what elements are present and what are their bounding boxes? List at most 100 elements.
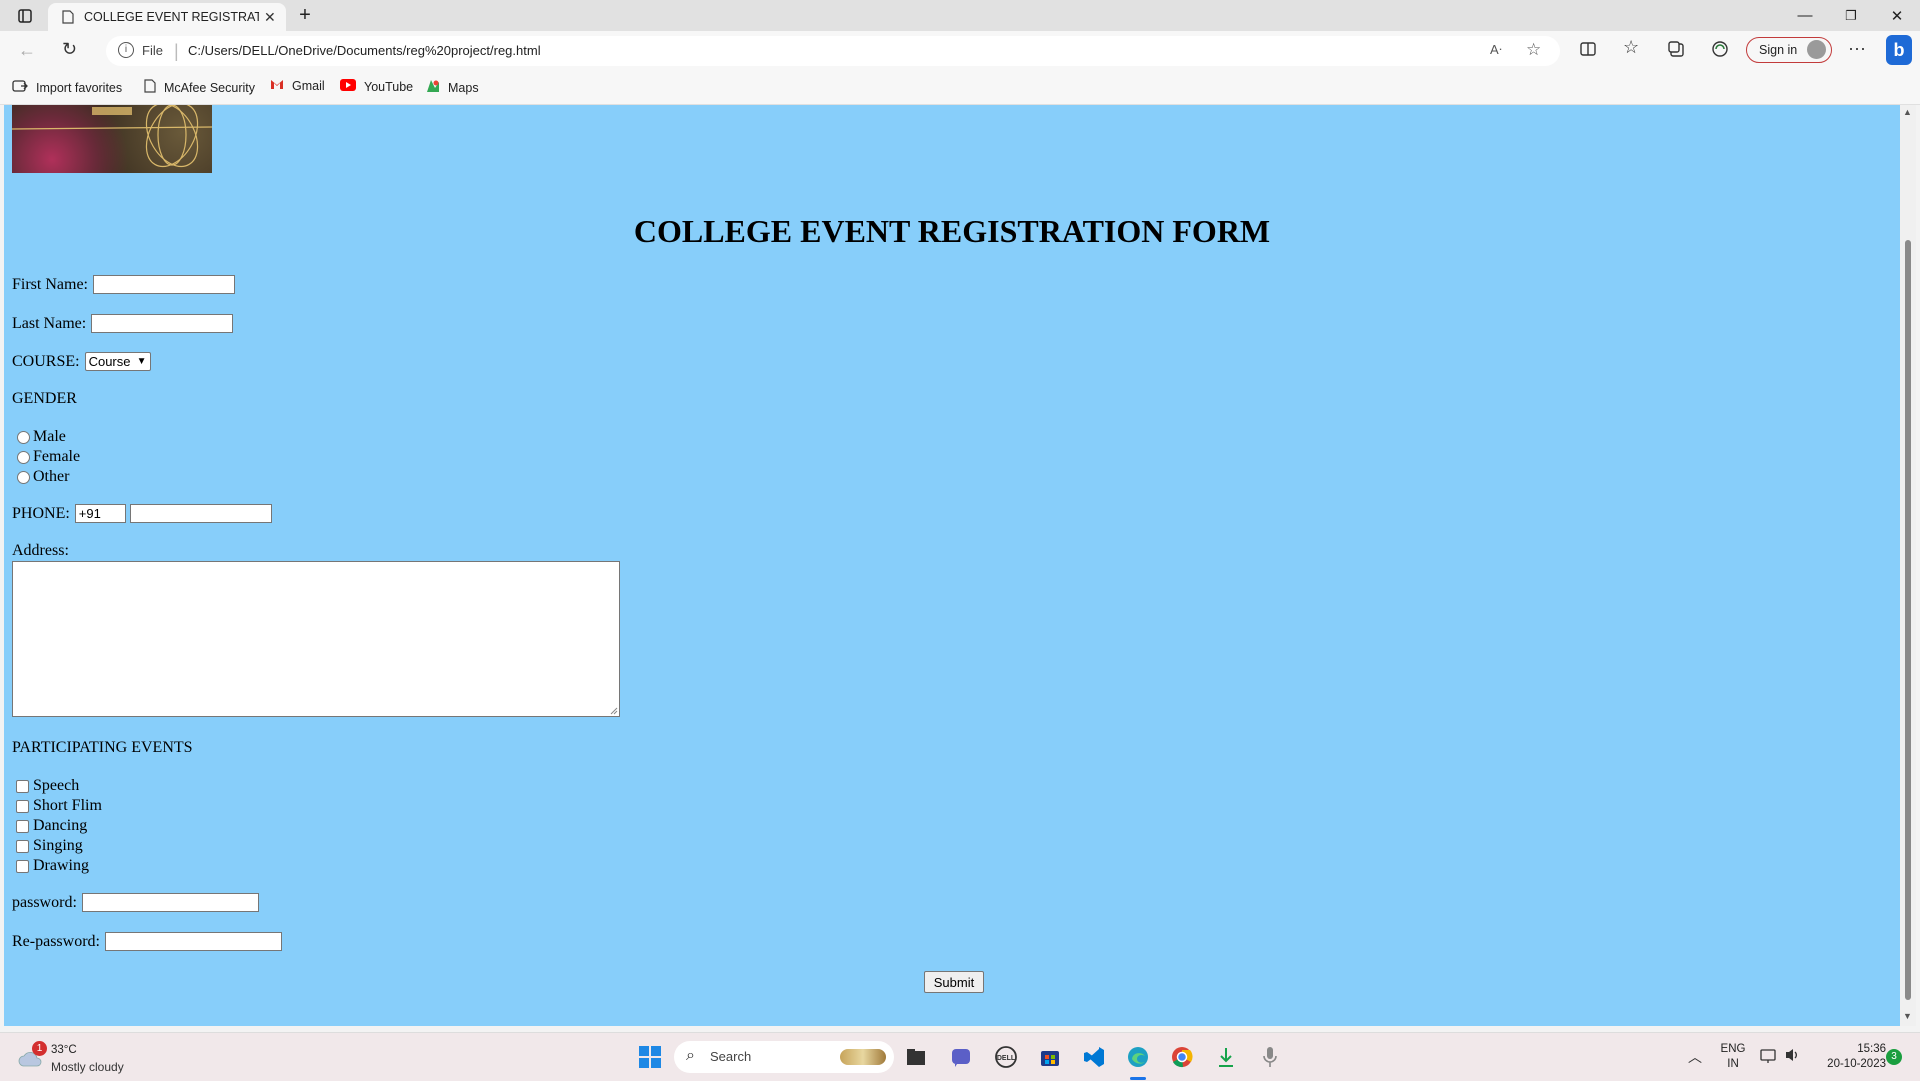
search-icon: ⌕ xyxy=(686,1047,695,1064)
store-icon[interactable] xyxy=(1038,1045,1062,1069)
page-icon xyxy=(144,79,156,96)
dell-icon[interactable]: DELL xyxy=(994,1045,1018,1069)
search-highlight-image xyxy=(840,1049,886,1065)
import-icon xyxy=(12,79,28,96)
checkbox-label: Dancing xyxy=(33,817,88,834)
gender-option-female[interactable]: Female xyxy=(12,448,80,466)
event-option-short-film[interactable]: Short Flim xyxy=(12,797,102,815)
event-option-drawing[interactable]: Drawing xyxy=(12,857,89,875)
more-menu-icon[interactable]: ··· xyxy=(1848,38,1866,59)
download-icon[interactable] xyxy=(1214,1045,1238,1069)
microphone-icon[interactable] xyxy=(1258,1045,1282,1069)
bookmark-youtube[interactable]: YouTube xyxy=(340,79,413,94)
scrollbar-thumb[interactable] xyxy=(1905,240,1911,1000)
resize-handle-icon[interactable] xyxy=(610,707,618,715)
url-field[interactable]: i File | C:/Users/DELL/OneDrive/Document… xyxy=(106,36,1560,66)
form-heading: COLLEGE EVENT REGISTRATION FORM xyxy=(633,213,1271,249)
bookmark-mcafee[interactable]: McAfee Security xyxy=(144,79,255,96)
address-label: Address: xyxy=(12,542,69,559)
chrome-icon[interactable] xyxy=(1170,1045,1194,1069)
minimize-icon[interactable]: — xyxy=(1782,0,1828,31)
drawing-checkbox[interactable] xyxy=(16,859,29,873)
male-radio[interactable] xyxy=(17,430,30,444)
split-screen-icon[interactable] xyxy=(1580,41,1596,62)
submit-button[interactable]: Submit xyxy=(924,971,984,993)
sign-in-button[interactable]: Sign in xyxy=(1746,37,1832,63)
clock-date: 20-10-2023 xyxy=(1827,1058,1886,1070)
tab-title: COLLEGE EVENT REGISTRATION xyxy=(84,10,259,24)
speech-checkbox[interactable] xyxy=(16,779,29,793)
bookmarks-bar: Import favorites McAfee Security Gmail Y… xyxy=(0,71,1920,105)
close-window-icon[interactable]: ✕ xyxy=(1874,0,1920,31)
scroll-down-icon[interactable]: ▼ xyxy=(1903,1011,1912,1021)
event-option-speech[interactable]: Speech xyxy=(12,777,79,795)
extensions-icon[interactable] xyxy=(1711,40,1729,63)
start-windows-icon[interactable] xyxy=(638,1045,662,1069)
language-indicator[interactable]: ENG IN xyxy=(1716,1042,1750,1072)
notification-badge[interactable]: 3 xyxy=(1886,1049,1902,1065)
event-option-dancing[interactable]: Dancing xyxy=(12,817,87,835)
course-row: COURSE: Course ▼ xyxy=(12,352,151,371)
taskbar: 1 33°C Mostly cloudy ⌕ Search DELL ︿ ENG… xyxy=(0,1032,1920,1081)
refresh-icon[interactable]: ↻ xyxy=(62,39,77,60)
female-radio[interactable] xyxy=(17,450,30,464)
scrollbar[interactable]: ▲ ▼ xyxy=(1900,105,1916,1026)
bookmark-gmail[interactable]: Gmail xyxy=(270,79,325,93)
info-icon[interactable]: i xyxy=(118,42,134,58)
favorite-star-icon[interactable]: ☆ xyxy=(1526,40,1541,60)
clock[interactable]: 15:36 20-10-2023 xyxy=(1806,1042,1886,1072)
bookmark-import-favorites[interactable]: Import favorites xyxy=(12,79,122,96)
language-code: ENG xyxy=(1720,1043,1746,1055)
copilot-icon[interactable]: b xyxy=(1886,35,1912,65)
teams-icon[interactable] xyxy=(949,1045,973,1069)
avatar xyxy=(1807,40,1826,59)
course-label: COURSE: xyxy=(12,352,80,370)
repassword-input[interactable] xyxy=(104,932,282,951)
address-textarea[interactable] xyxy=(12,561,620,717)
event-option-singing[interactable]: Singing xyxy=(12,837,83,855)
vscode-icon[interactable] xyxy=(1082,1045,1106,1069)
bookmark-maps[interactable]: Maps xyxy=(426,79,479,96)
course-select[interactable]: Course ▼ xyxy=(84,352,151,371)
short-film-checkbox[interactable] xyxy=(16,799,29,813)
favorites-icon[interactable]: ☆ xyxy=(1623,37,1639,58)
phone-number-input[interactable] xyxy=(129,504,272,523)
network-icon[interactable] xyxy=(1760,1048,1778,1069)
scroll-up-icon[interactable]: ▲ xyxy=(1903,107,1912,117)
active-tab[interactable]: COLLEGE EVENT REGISTRATION ✕ xyxy=(48,3,286,31)
show-hidden-icons-icon[interactable]: ︿ xyxy=(1688,1047,1702,1067)
url-text: C:/Users/DELL/OneDrive/Documents/reg%20p… xyxy=(188,43,541,58)
last-name-row: Last Name: xyxy=(12,314,234,333)
gender-option-male[interactable]: Male xyxy=(12,428,66,446)
weather-widget[interactable]: 1 33°C Mostly cloudy xyxy=(16,1041,156,1075)
youtube-icon xyxy=(340,79,356,94)
svg-text:DELL: DELL xyxy=(997,1055,1016,1062)
last-name-label: Last Name: xyxy=(12,314,87,332)
back-icon[interactable]: ← xyxy=(18,40,36,61)
file-explorer-icon[interactable] xyxy=(904,1045,928,1069)
edge-icon[interactable] xyxy=(1126,1045,1150,1069)
new-tab-button[interactable]: + xyxy=(282,0,328,31)
last-name-input[interactable] xyxy=(91,314,234,333)
password-input[interactable] xyxy=(81,893,259,912)
tab-bar: COLLEGE EVENT REGISTRATION ✕ + — ❐ ✕ xyxy=(0,0,1920,31)
collections-icon[interactable] xyxy=(1668,41,1684,62)
taskbar-search[interactable]: ⌕ Search xyxy=(674,1041,894,1073)
read-aloud-icon[interactable]: Aᐧ xyxy=(1490,42,1502,58)
volume-icon[interactable] xyxy=(1784,1047,1802,1068)
tab-actions-icon[interactable] xyxy=(2,0,48,31)
checkbox-label: Short Flim xyxy=(33,797,102,814)
repassword-row: Re-password: xyxy=(12,932,282,951)
phone-code-input[interactable]: +91 xyxy=(74,504,126,523)
singing-checkbox[interactable] xyxy=(16,839,29,853)
other-radio[interactable] xyxy=(17,470,30,484)
restore-icon[interactable]: ❐ xyxy=(1828,0,1874,31)
first-name-input[interactable] xyxy=(93,275,235,294)
close-tab-icon[interactable]: ✕ xyxy=(264,9,276,26)
dancing-checkbox[interactable] xyxy=(16,819,29,833)
checkbox-label: Speech xyxy=(33,777,80,794)
bookmark-label: YouTube xyxy=(364,79,414,94)
gender-option-other[interactable]: Other xyxy=(12,468,69,486)
clock-time: 15:36 xyxy=(1857,1043,1886,1055)
first-name-row: First Name: xyxy=(12,275,235,294)
